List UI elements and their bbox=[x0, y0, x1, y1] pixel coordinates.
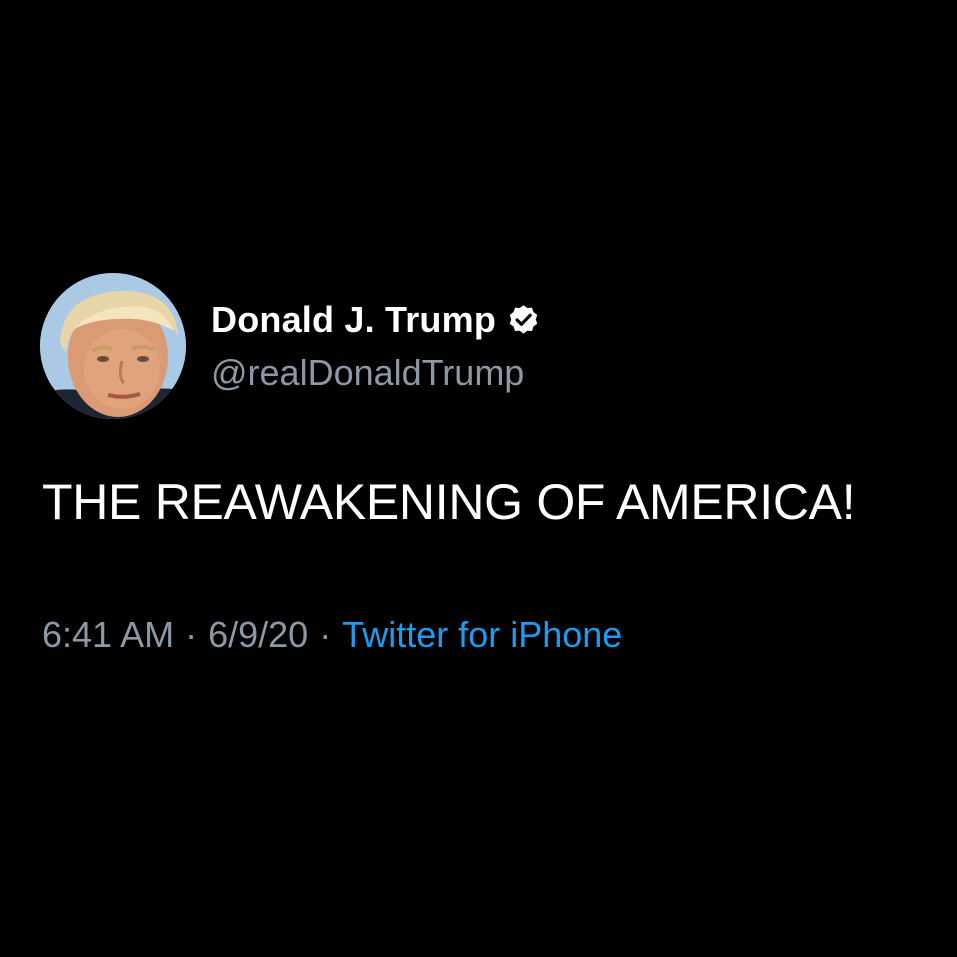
user-handle[interactable]: @realDonaldTrump bbox=[211, 352, 524, 394]
tweet-source-link[interactable]: Twitter for iPhone bbox=[342, 614, 622, 656]
tweet-meta: 6:41 AM · 6/9/20 · Twitter for iPhone bbox=[42, 614, 622, 656]
tweet-time[interactable]: 6:41 AM bbox=[42, 614, 174, 656]
verified-badge-icon bbox=[506, 303, 541, 338]
meta-separator: · bbox=[185, 614, 198, 655]
tweet-date[interactable]: 6/9/20 bbox=[208, 614, 308, 656]
meta-separator: · bbox=[319, 614, 332, 655]
avatar[interactable] bbox=[40, 273, 186, 419]
tweet-card: Donald J. Trump @realDonaldTrump THE REA… bbox=[0, 0, 957, 957]
author-name-row[interactable]: Donald J. Trump bbox=[211, 298, 541, 342]
profile-photo-icon bbox=[40, 273, 186, 419]
display-name[interactable]: Donald J. Trump bbox=[211, 299, 496, 341]
tweet-text: THE REAWAKENING OF AMERICA! bbox=[42, 474, 856, 530]
